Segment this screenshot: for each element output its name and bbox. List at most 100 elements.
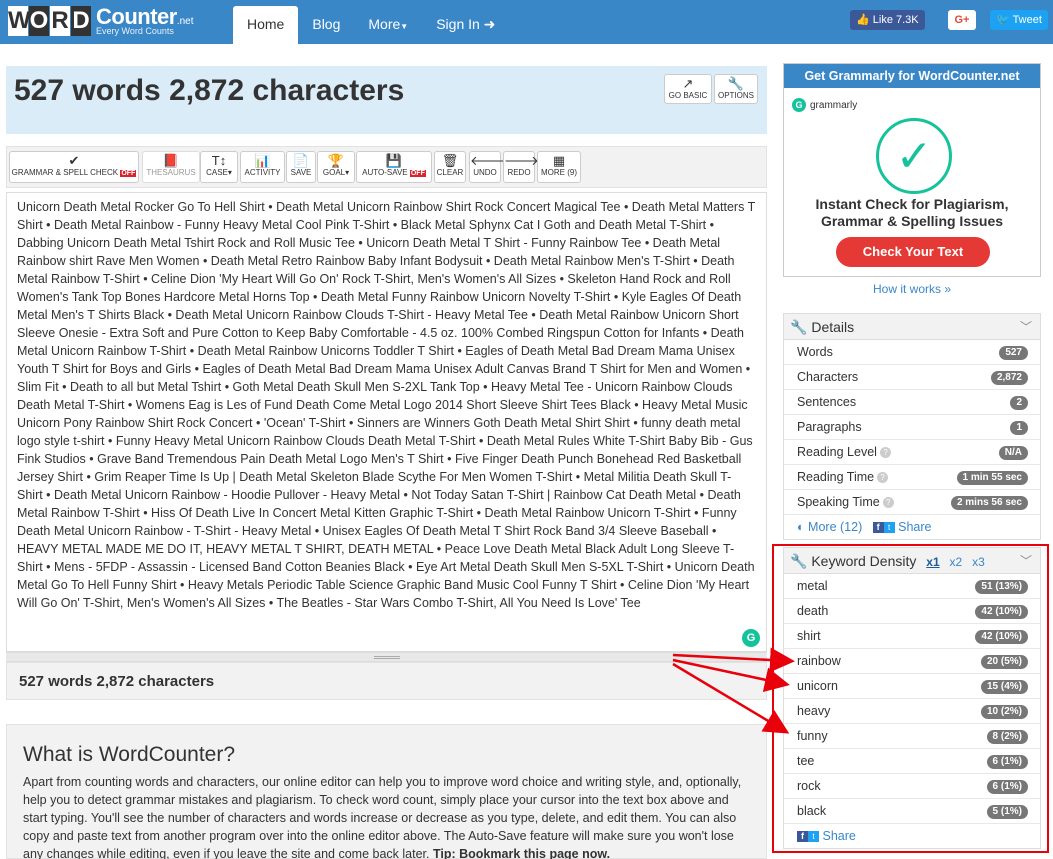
grammar-off-badge: OFF xyxy=(120,170,137,177)
detail-row-characters: Characters 2,872 xyxy=(784,365,1040,390)
keyword-label: metal xyxy=(797,579,828,593)
detail-row-sentences: Sentences 2 xyxy=(784,390,1040,415)
autosave-off-badge: OFF xyxy=(409,170,426,177)
keyword-row[interactable]: unicorn 15 (4%) xyxy=(784,674,1040,699)
clear-label: CLEAR xyxy=(436,168,464,177)
chevron-down-icon[interactable]: ﹀ xyxy=(1020,548,1032,574)
tweet-label: Tweet xyxy=(1012,14,1042,26)
keyword-row[interactable]: heavy 10 (2%) xyxy=(784,699,1040,724)
check-icon: ✔ xyxy=(68,153,80,168)
keyword-label: heavy xyxy=(797,704,831,718)
site-logo[interactable]: W O R D Counter.net Every Word Counts xyxy=(8,4,194,38)
editor-footer-count: 527 words 2,872 characters xyxy=(6,662,767,700)
logo-letter-w: W xyxy=(8,6,31,36)
density-share-label: Share xyxy=(822,829,856,843)
clear-button[interactable]: 🗑 CLEAR xyxy=(434,151,466,183)
keyword-density-header[interactable]: 🔧 Keyword Density x1 x2 x3 ﹀ xyxy=(784,548,1040,574)
question-icon[interactable]: ? xyxy=(879,447,891,459)
keyword-row[interactable]: black 5 (1%) xyxy=(784,799,1040,824)
logo-text: Counter.net Every Word Counts xyxy=(96,6,194,36)
detail-row-words: Words 527 xyxy=(784,340,1040,365)
detail-row-reading-level: Reading Level? N/A xyxy=(784,440,1040,465)
keyword-row[interactable]: death 42 (10%) xyxy=(784,599,1040,624)
facebook-like-button[interactable]: 👍 Like 7.3K xyxy=(850,10,925,30)
logo-letter-r: R xyxy=(50,6,70,36)
undo-label: UNDO xyxy=(473,168,497,177)
sign-in-icon: ➜ xyxy=(483,16,496,32)
nav-blog[interactable]: Blog xyxy=(298,6,354,44)
word-count-title: 527 words 2,872 characters xyxy=(14,74,405,107)
check-your-text-button[interactable]: Check Your Text xyxy=(836,237,990,267)
keyword-row[interactable]: rainbow 20 (5%) xyxy=(784,649,1040,674)
keyword-label: death xyxy=(797,604,829,618)
details-header[interactable]: 🔧 Details ﹀ xyxy=(784,314,1040,340)
density-share-link[interactable]: ft Share xyxy=(797,829,856,843)
keyword-row[interactable]: rock 6 (1%) xyxy=(784,774,1040,799)
chevron-down-icon[interactable]: ﹀ xyxy=(1020,314,1032,340)
floppy-disk-icon: 💾 xyxy=(385,153,403,168)
options-button[interactable]: 🔧 OPTIONS xyxy=(714,74,758,104)
save-button[interactable]: 📄 SAVE xyxy=(286,151,316,183)
google-plus-button[interactable]: G+ xyxy=(948,10,976,30)
auto-save-button[interactable]: 💾 AUTO-SAVE OFF xyxy=(356,151,432,183)
trash-icon: 🗑 xyxy=(441,153,459,168)
editor-toolbar: ✔ GRAMMAR & SPELL CHECK OFF 📕 THESAURUS … xyxy=(6,146,767,188)
question-icon[interactable]: ? xyxy=(882,497,894,509)
density-x1-link[interactable]: x1 xyxy=(926,555,939,569)
keyword-row[interactable]: shirt 42 (10%) xyxy=(784,624,1040,649)
activity-button[interactable]: 📊 ACTIVITY xyxy=(240,151,285,183)
grammarly-icon[interactable]: G xyxy=(742,629,760,647)
more-tools-button[interactable]: ▦ MORE (9) xyxy=(537,151,581,183)
autosave-label: AUTO-SAVE xyxy=(362,168,408,177)
grammar-check-button[interactable]: ✔ GRAMMAR & SPELL CHECK OFF xyxy=(9,151,139,183)
grid-icon: ▦ xyxy=(552,153,566,168)
how-it-works-link[interactable]: How it works » xyxy=(783,282,1041,296)
top-navbar: W O R D Counter.net Every Word Counts Ho… xyxy=(0,0,1053,44)
redo-label: REDO xyxy=(507,168,531,177)
details-share-link[interactable]: ft Share xyxy=(872,520,932,534)
editor-resize-handle[interactable] xyxy=(6,652,767,662)
detail-row-speaking-time: Speaking Time? 2 mins 56 sec xyxy=(784,490,1040,515)
facebook-icon: f xyxy=(872,522,884,534)
details-panel: 🔧 Details ﹀ Words 527 Characters 2,872 Sen… xyxy=(783,313,1041,540)
about-section: What is WordCounter? Apart from counting… xyxy=(6,724,767,859)
nav-home[interactable]: Home xyxy=(233,6,299,44)
grammarly-ad[interactable]: Get Grammarly for WordCounter.net G gram… xyxy=(783,63,1041,277)
tweet-button[interactable]: 🐦 Tweet xyxy=(990,10,1048,30)
wrench-icon: 🔧 xyxy=(790,319,808,335)
question-icon[interactable]: ? xyxy=(877,472,889,484)
footer-word-count: 527 words 2,872 characters xyxy=(19,673,215,690)
grammar-label: GRAMMAR & SPELL CHECK xyxy=(11,168,119,177)
go-basic-button[interactable]: ↗ GO BASIC xyxy=(664,74,712,104)
grammarly-logo-icon: G xyxy=(792,98,806,112)
arrow-left-icon: 🡐 xyxy=(470,153,505,168)
logo-letter-o: O xyxy=(29,6,49,36)
keyword-row[interactable]: funny 8 (2%) xyxy=(784,724,1040,749)
detail-badge: N/A xyxy=(998,446,1028,460)
more-details-link[interactable]: ◐ More (12) xyxy=(797,520,862,534)
keyword-row[interactable]: metal 51 (13%) xyxy=(784,574,1040,599)
caret-down-icon: ▾ xyxy=(345,168,350,177)
keyword-row[interactable]: tee 6 (1%) xyxy=(784,749,1040,774)
bar-chart-icon: 📊 xyxy=(254,153,271,168)
density-x3-link[interactable]: x3 xyxy=(972,555,985,569)
redo-button[interactable]: 🡒 REDO xyxy=(503,151,539,183)
text-editor[interactable]: Unicorn Death Metal Rocker Go To Hell Sh… xyxy=(6,192,767,652)
case-button[interactable]: T↕ CASE▾ xyxy=(200,151,238,183)
nav-signin[interactable]: Sign In ➜ xyxy=(422,6,509,44)
detail-label: Reading Level xyxy=(797,445,877,459)
wrench-icon: 🔧 xyxy=(790,553,808,569)
undo-button[interactable]: 🡐 UNDO xyxy=(469,151,505,183)
keyword-badge: 42 (10%) xyxy=(975,605,1028,619)
thumbs-up-icon: 👍 xyxy=(856,14,870,26)
keyword-badge: 15 (4%) xyxy=(980,680,1028,694)
nav-more[interactable]: More▼ xyxy=(354,6,422,44)
goal-button[interactable]: 🏆 GOAL▾ xyxy=(317,151,355,183)
density-footer: ft Share xyxy=(784,824,1040,848)
thesaurus-button[interactable]: 📕 THESAURUS xyxy=(142,151,200,183)
density-x2-link[interactable]: x2 xyxy=(950,555,963,569)
detail-label: Speaking Time xyxy=(797,495,880,509)
editor-text[interactable]: Unicorn Death Metal Rocker Go To Hell Sh… xyxy=(17,198,757,612)
text-height-icon: T↕ xyxy=(211,153,227,168)
book-icon: 📕 xyxy=(162,153,180,168)
